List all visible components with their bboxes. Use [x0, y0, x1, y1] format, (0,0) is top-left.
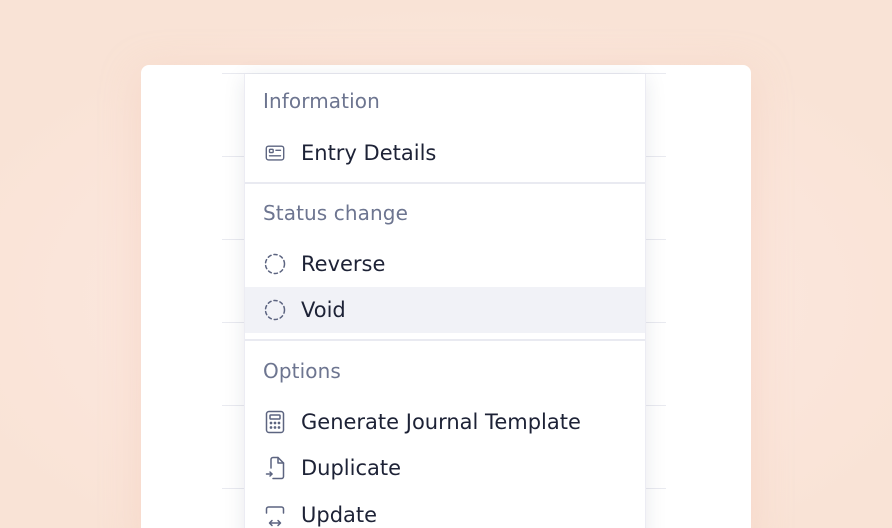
dashed-circle-icon — [263, 252, 287, 276]
menu-item-label: Entry Details — [301, 141, 437, 165]
menu-item-entry-details[interactable]: Entry Details — [245, 130, 645, 176]
section-header-options: Options — [263, 359, 341, 383]
calculator-icon — [263, 410, 287, 434]
menu-item-label: Reverse — [301, 252, 386, 276]
menu-item-duplicate[interactable]: Duplicate — [245, 445, 645, 491]
duplicate-file-icon — [263, 456, 287, 480]
actions-dropdown-menu: Information Entry Details Status change … — [244, 74, 646, 528]
id-card-icon — [263, 141, 287, 165]
menu-item-label: Generate Journal Template — [301, 410, 581, 434]
menu-item-reverse[interactable]: Reverse — [245, 241, 645, 287]
update-arrows-icon — [263, 503, 287, 527]
menu-item-void[interactable]: Void — [245, 287, 645, 333]
menu-item-update[interactable]: Update — [245, 492, 645, 528]
menu-item-generate-journal-template[interactable]: Generate Journal Template — [245, 399, 645, 445]
menu-item-label: Update — [301, 503, 378, 527]
section-header-information: Information — [263, 89, 380, 113]
section-divider — [245, 182, 645, 184]
menu-item-label: Void — [301, 298, 346, 322]
menu-item-label: Duplicate — [301, 456, 402, 480]
section-divider — [245, 339, 645, 341]
dashed-circle-icon — [263, 298, 287, 322]
section-header-status-change: Status change — [263, 201, 408, 225]
